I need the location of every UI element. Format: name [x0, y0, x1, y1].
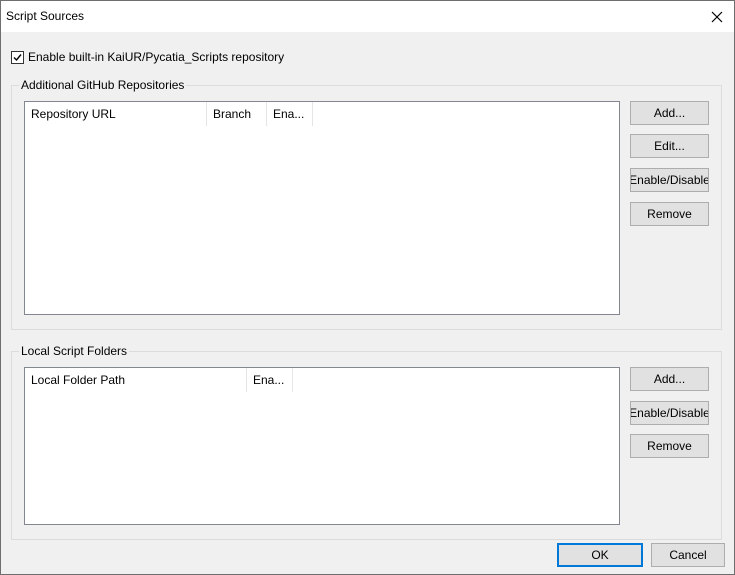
- window-title: Script Sources: [6, 9, 85, 23]
- local-folders-group: Local Script Folders Local Folder Path E…: [11, 344, 722, 540]
- local-add-button[interactable]: Add...: [630, 367, 709, 391]
- github-add-button[interactable]: Add...: [630, 101, 709, 125]
- cancel-button[interactable]: Cancel: [651, 543, 725, 567]
- column-header-repository-url[interactable]: Repository URL: [25, 102, 207, 126]
- github-repos-group: Additional GitHub Repositories Repositor…: [11, 78, 722, 330]
- close-button[interactable]: [700, 1, 734, 32]
- github-repos-list[interactable]: Repository URL Branch Ena...: [24, 101, 620, 315]
- close-icon: [711, 11, 723, 22]
- github-edit-button[interactable]: Edit...: [630, 134, 709, 158]
- local-folders-list-header: Local Folder Path Ena...: [25, 368, 293, 392]
- column-header-enabled[interactable]: Ena...: [267, 102, 313, 126]
- column-header-local-folder-path[interactable]: Local Folder Path: [25, 368, 247, 392]
- local-folders-title: Local Script Folders: [19, 344, 130, 358]
- github-remove-button[interactable]: Remove: [630, 202, 709, 226]
- builtin-repo-label[interactable]: Enable built-in KaiUR/Pycatia_Scripts re…: [28, 50, 284, 64]
- local-folders-list[interactable]: Local Folder Path Ena...: [24, 367, 620, 525]
- script-sources-dialog: Script Sources Enable built-in KaiUR/Pyc…: [0, 0, 735, 575]
- builtin-repo-checkbox[interactable]: [11, 50, 24, 64]
- ok-button[interactable]: OK: [557, 543, 643, 567]
- checkmark-icon: [13, 53, 22, 61]
- github-repos-list-header: Repository URL Branch Ena...: [25, 102, 313, 126]
- column-header-enabled[interactable]: Ena...: [247, 368, 293, 392]
- local-toggle-button[interactable]: Enable/Disable: [630, 401, 709, 425]
- builtin-repo-option[interactable]: Enable built-in KaiUR/Pycatia_Scripts re…: [11, 49, 284, 65]
- title-bar: Script Sources: [1, 1, 734, 32]
- github-repos-title: Additional GitHub Repositories: [19, 78, 187, 92]
- github-toggle-button[interactable]: Enable/Disable: [630, 168, 709, 192]
- column-header-branch[interactable]: Branch: [207, 102, 267, 126]
- local-remove-button[interactable]: Remove: [630, 434, 709, 458]
